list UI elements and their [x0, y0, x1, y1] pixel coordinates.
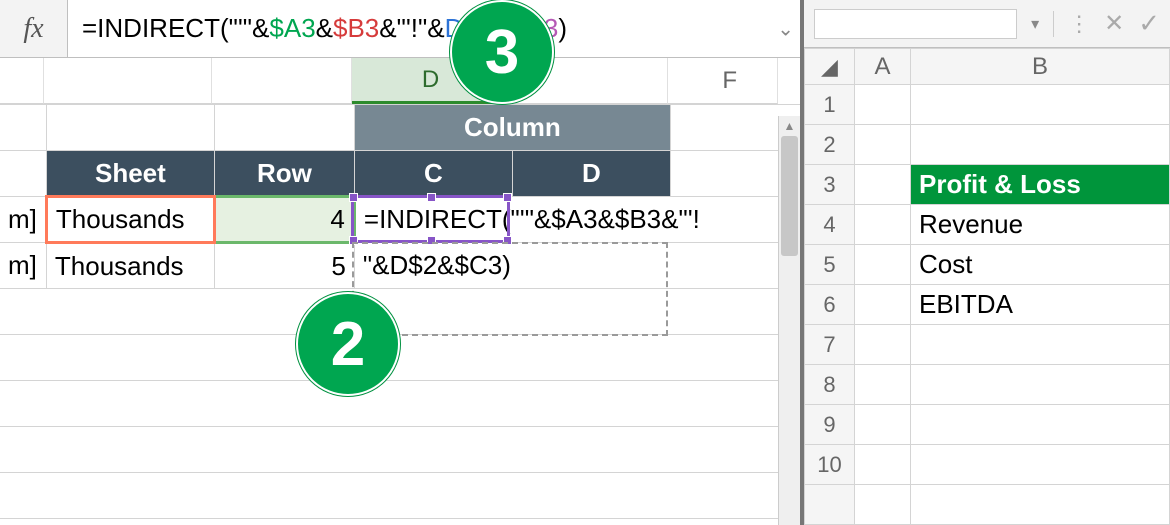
dropdown-icon[interactable]: ▾ — [1031, 14, 1039, 34]
cell-row-1[interactable]: 5 — [214, 243, 354, 289]
cell-a6[interactable] — [855, 285, 911, 325]
formula-input[interactable]: =INDIRECT("'"& $A3 & $B3 &"'!"& D $2 & $… — [68, 0, 800, 57]
cell-b6[interactable]: EBITDA — [911, 285, 1170, 325]
row-header-4[interactable]: 4 — [805, 205, 855, 245]
row-header-11[interactable] — [805, 485, 855, 525]
col-header-blank[interactable] — [0, 58, 44, 104]
column-group-header: Column — [354, 105, 670, 151]
row-header-10[interactable]: 10 — [805, 445, 855, 485]
cell-b3-header[interactable]: Profit & Loss — [911, 165, 1170, 205]
cell-a1[interactable] — [855, 85, 911, 125]
cell-a4[interactable] — [855, 205, 911, 245]
formula-text: =INDIRECT("'"& — [82, 13, 269, 44]
header-c: C — [354, 151, 512, 197]
confirm-icon[interactable]: ✓ — [1138, 8, 1160, 39]
cell-sheet-0[interactable]: Thousands — [46, 197, 214, 243]
col-header-b[interactable] — [212, 58, 352, 104]
row-header-1[interactable]: 1 — [805, 85, 855, 125]
select-all-corner[interactable]: ◢ — [805, 49, 855, 85]
cell-b7[interactable] — [911, 325, 1170, 365]
left-worksheet: D F Column Sheet Row C D m] Thousands 4 … — [0, 58, 800, 525]
expand-formula-icon[interactable]: ⌄ — [777, 16, 794, 41]
cell-a7[interactable] — [855, 325, 911, 365]
row-header-5[interactable]: 5 — [805, 245, 855, 285]
row-header-6[interactable]: 6 — [805, 285, 855, 325]
col-header-b-right[interactable]: B — [911, 49, 1170, 85]
cell-b4[interactable]: Revenue — [911, 205, 1170, 245]
cell-row-0[interactable]: 4 — [214, 197, 354, 243]
cancel-icon[interactable]: ✕ — [1104, 9, 1124, 38]
col-header-a-right[interactable]: A — [855, 49, 911, 85]
annotation-circle-2: 2 — [296, 292, 400, 396]
formula-cell-line1[interactable]: =INDIRECT("'"&$A3&$B3&"'! — [354, 197, 800, 243]
cell-b5[interactable]: Cost — [911, 245, 1170, 285]
vertical-scrollbar[interactable]: ▲ — [778, 116, 800, 525]
col-header-a[interactable] — [44, 58, 212, 104]
scrollbar-thumb[interactable] — [781, 136, 798, 256]
header-d: D — [512, 151, 670, 197]
right-formula-bar: ▾ ⋮ ✕ ✓ — [804, 0, 1170, 48]
cell-a3[interactable] — [855, 165, 911, 205]
row-stub-0: m] — [0, 197, 46, 243]
formula-cell-line2[interactable]: "&D$2&$C3) — [354, 243, 800, 289]
header-sheet: Sheet — [46, 151, 214, 197]
col-header-f[interactable]: F — [668, 58, 778, 104]
row-stub-1: m] — [0, 243, 46, 289]
cell-sheet-1[interactable]: Thousands — [46, 243, 214, 289]
data-table: Column Sheet Row C D m] Thousands 4 =IND… — [0, 104, 800, 525]
ref-b3: $B3 — [333, 13, 379, 44]
row-header-8[interactable]: 8 — [805, 365, 855, 405]
menu-dots-icon[interactable]: ⋮ — [1068, 11, 1090, 37]
header-row: Row — [214, 151, 354, 197]
row-header-9[interactable]: 9 — [805, 405, 855, 445]
cell-b1[interactable] — [911, 85, 1170, 125]
cell-a8[interactable] — [855, 365, 911, 405]
cell-a9[interactable] — [855, 405, 911, 445]
row-header-3[interactable]: 3 — [805, 165, 855, 205]
name-box[interactable] — [814, 9, 1017, 39]
fx-icon[interactable]: fx — [0, 0, 68, 58]
right-worksheet: ▾ ⋮ ✕ ✓ ◢ A B 1 2 3 Profit & Loss 4 Revenu… — [804, 0, 1170, 525]
formula-bar: fx =INDIRECT("'"& $A3 & $B3 &"'!"& D $2 … — [0, 0, 800, 58]
row-header-7[interactable]: 7 — [805, 325, 855, 365]
cell-b2[interactable] — [911, 125, 1170, 165]
column-headers: D F — [0, 58, 800, 104]
cell-a10[interactable] — [855, 445, 911, 485]
cell-a2[interactable] — [855, 125, 911, 165]
ref-a3: $A3 — [269, 13, 315, 44]
annotation-circle-3: 3 — [450, 0, 554, 104]
row-header-2[interactable]: 2 — [805, 125, 855, 165]
right-table: ◢ A B 1 2 3Profit & Loss 4Revenue 5Cost … — [804, 48, 1170, 525]
cell-a5[interactable] — [855, 245, 911, 285]
cell-b9[interactable] — [911, 405, 1170, 445]
scroll-up-icon[interactable]: ▲ — [779, 116, 800, 136]
cell-b8[interactable] — [911, 365, 1170, 405]
cell-b10[interactable] — [911, 445, 1170, 485]
